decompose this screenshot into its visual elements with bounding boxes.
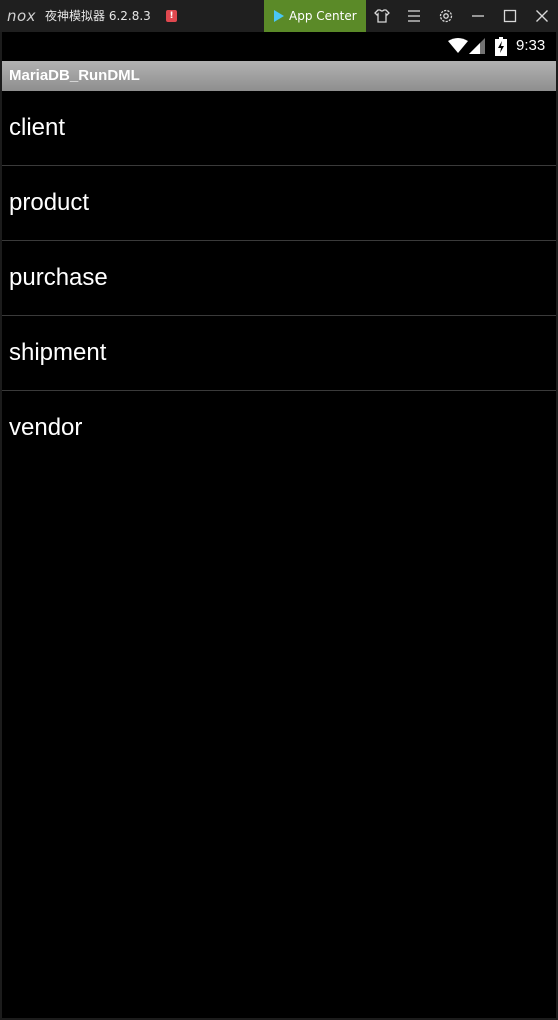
emulator-window: nox 夜神模拟器 6.2.8.3 ! App Center 9:33 Mari… bbox=[0, 0, 558, 1020]
signal-icon bbox=[469, 38, 485, 58]
minimize-icon[interactable] bbox=[468, 6, 488, 26]
list-item-label: shipment bbox=[9, 339, 107, 366]
list-item-product[interactable]: product bbox=[2, 166, 556, 241]
menu-icon[interactable] bbox=[404, 6, 424, 26]
maximize-icon[interactable] bbox=[500, 6, 520, 26]
list-item-purchase[interactable]: purchase bbox=[2, 241, 556, 316]
list-item-shipment[interactable]: shipment bbox=[2, 316, 556, 391]
list-item-client[interactable]: client bbox=[2, 91, 556, 166]
app-action-bar: MariaDB_RunDML bbox=[2, 61, 556, 92]
nox-logo: nox bbox=[7, 7, 37, 25]
alert-icon[interactable]: ! bbox=[166, 10, 177, 22]
list-item-label: client bbox=[9, 114, 66, 141]
gear-icon[interactable] bbox=[436, 6, 456, 26]
status-time: 9:33 bbox=[516, 37, 546, 54]
list-item-vendor[interactable]: vendor bbox=[2, 391, 556, 466]
wifi-icon bbox=[448, 38, 468, 58]
list-item-label: product bbox=[9, 189, 90, 216]
shirt-icon[interactable] bbox=[372, 6, 392, 26]
app-center-label: App Center bbox=[289, 9, 357, 23]
list-item-label: vendor bbox=[9, 414, 83, 441]
emulator-title: 夜神模拟器 6.2.8.3 bbox=[45, 9, 151, 23]
battery-charging-icon bbox=[495, 37, 507, 60]
app-title: MariaDB_RunDML bbox=[9, 67, 140, 84]
emulator-title-bar: nox 夜神模拟器 6.2.8.3 ! App Center bbox=[0, 0, 558, 32]
app-center-button[interactable]: App Center bbox=[264, 0, 366, 32]
close-icon[interactable] bbox=[532, 6, 552, 26]
play-store-icon bbox=[274, 10, 284, 22]
table-list: client product purchase shipment vendor bbox=[2, 91, 556, 1018]
android-status-bar: 9:33 bbox=[2, 32, 556, 61]
list-item-label: purchase bbox=[9, 264, 108, 291]
